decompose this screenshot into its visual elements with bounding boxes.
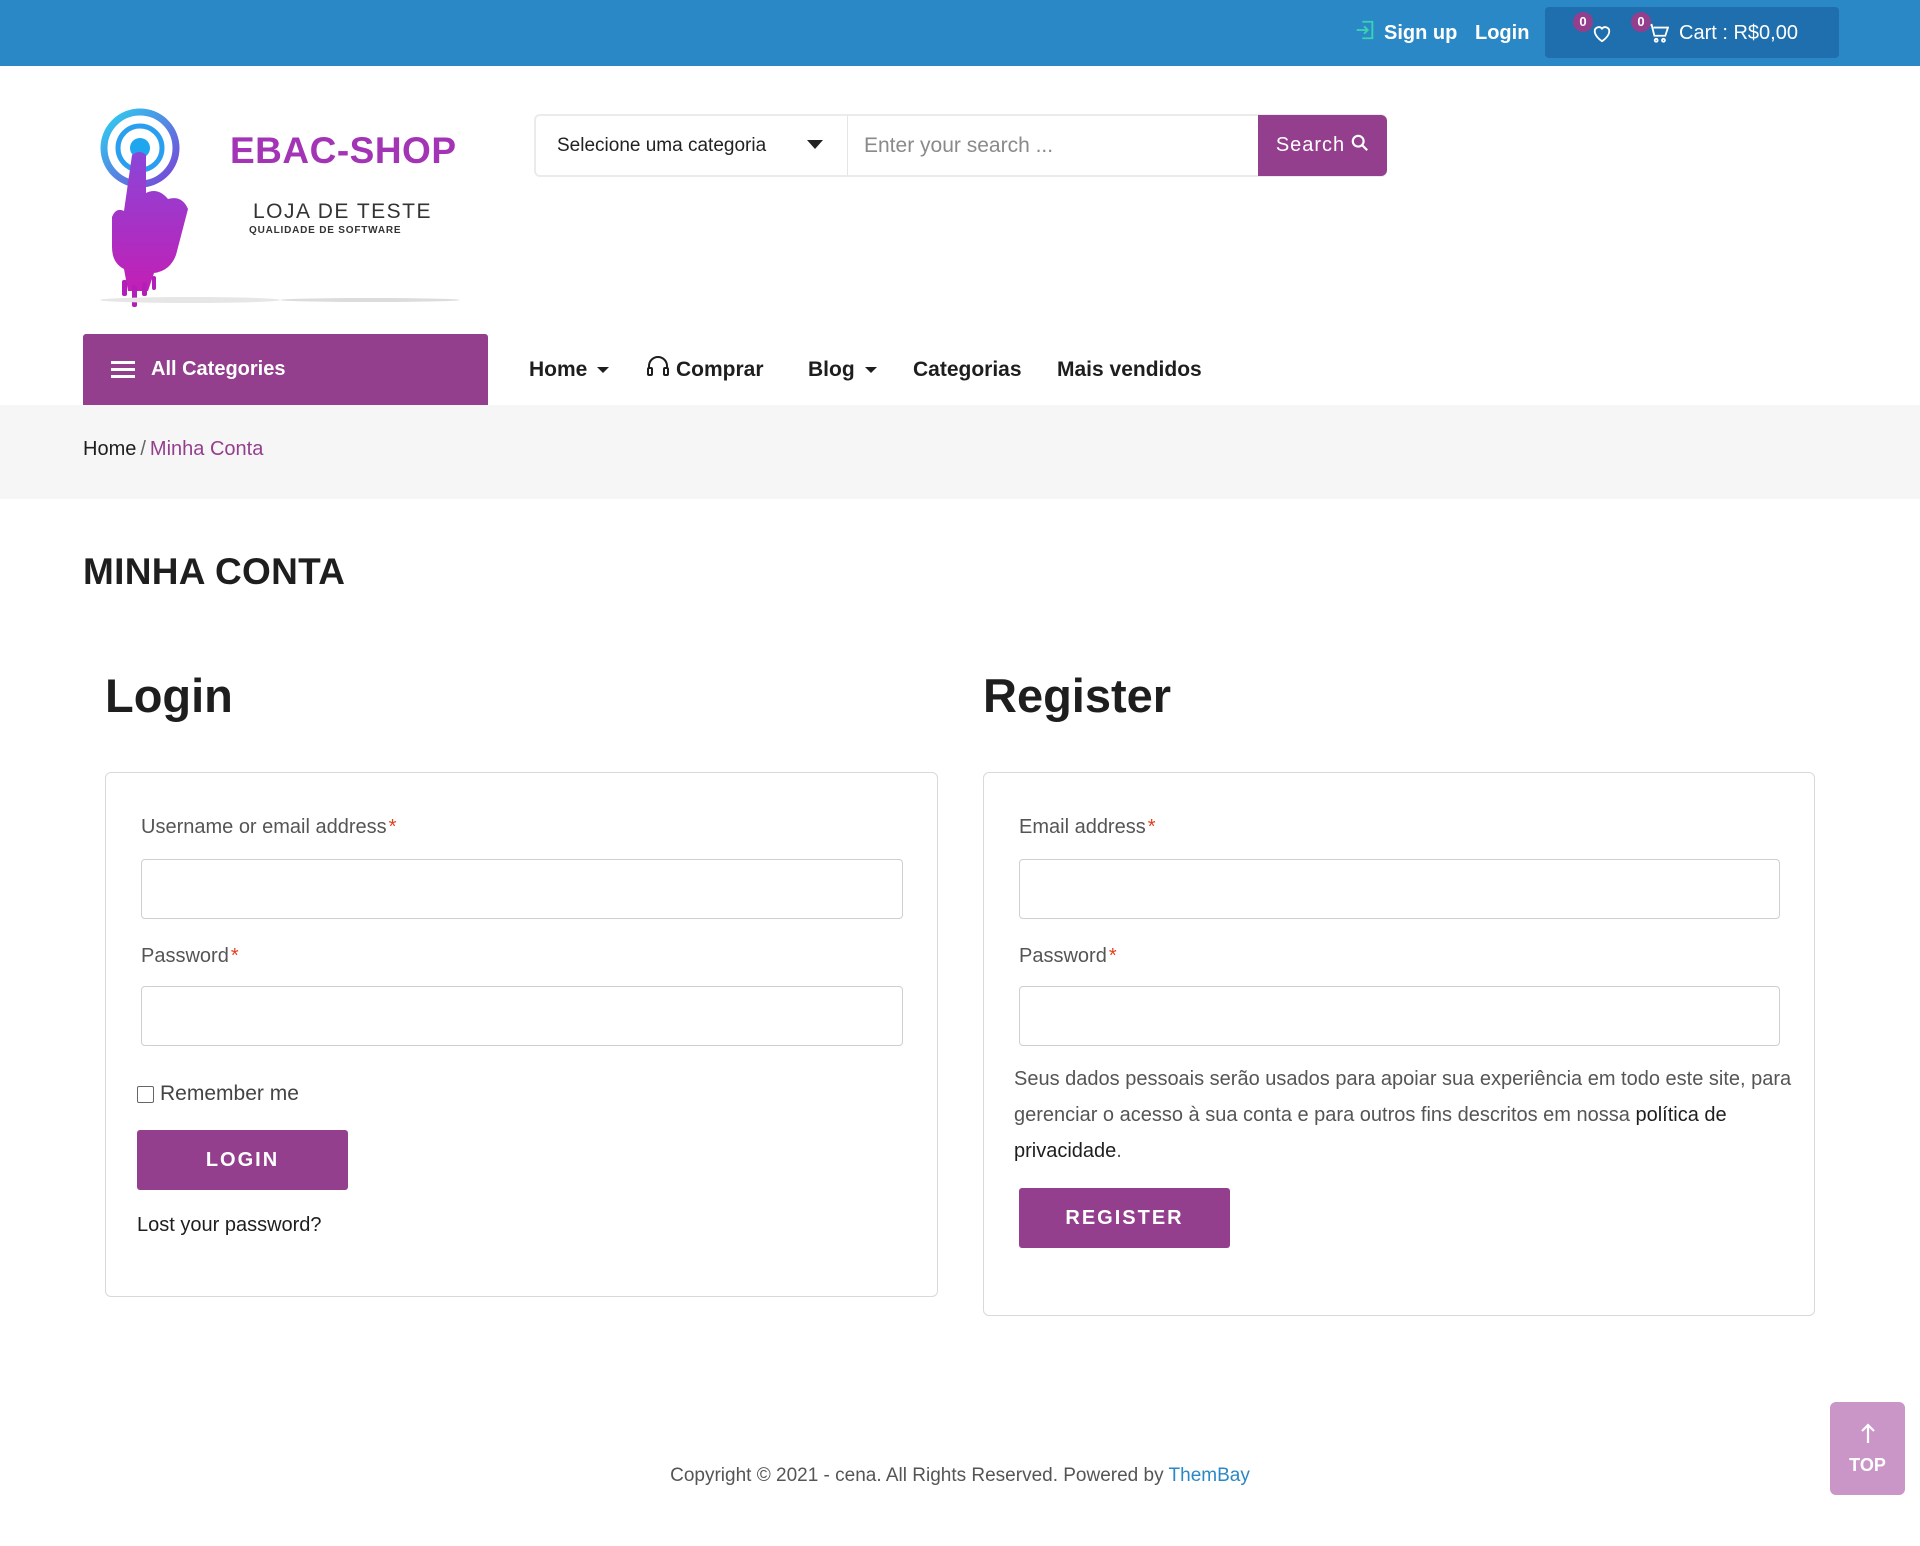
chevron-down-icon — [807, 140, 823, 149]
signup-link[interactable]: Sign up — [1354, 18, 1457, 48]
register-button[interactable]: REGISTER — [1019, 1188, 1230, 1248]
heart-icon[interactable] — [1591, 23, 1613, 48]
search-button[interactable]: Search — [1258, 115, 1387, 176]
privacy-notice: Seus dados pessoais serão usados para ap… — [1014, 1061, 1814, 1169]
footer-copyright: Copyright © 2021 - cena. All Rights Rese… — [0, 1465, 1920, 1487]
copyright-text: Copyright © 2021 - cena. All Rights Rese… — [670, 1465, 1169, 1486]
caret-down-icon — [864, 367, 877, 373]
search-button-label: Search — [1275, 134, 1346, 156]
signup-label: Sign up — [1384, 21, 1458, 44]
search-input[interactable] — [852, 116, 1272, 175]
logo-title: EBAC-SHOP — [230, 130, 457, 171]
breadcrumb-home-link[interactable]: Home — [83, 438, 136, 460]
hamburger-menu-icon — [111, 357, 135, 382]
lost-password-link[interactable]: Lost your password? — [137, 1214, 322, 1237]
password-field[interactable] — [141, 986, 903, 1046]
nav-item-mais-vendidos[interactable]: Mais vendidos — [1057, 355, 1202, 385]
cart-count-badge: 0 — [1631, 12, 1651, 32]
back-to-top-button[interactable]: TOP — [1830, 1402, 1905, 1495]
email-label-text: Email address — [1019, 816, 1146, 838]
thembay-link[interactable]: ThemBay — [1169, 1465, 1250, 1486]
category-select-value: Selecione uma categoria — [557, 134, 767, 156]
required-mark: * — [1108, 945, 1117, 967]
logo-tagline: QUALIDADE DE SOFTWARE — [249, 225, 402, 236]
breadcrumb-current: Minha Conta — [149, 438, 264, 460]
arrow-up-icon — [1860, 1422, 1876, 1449]
register-form: Email address * Password * Seus dados pess… — [983, 772, 1815, 1316]
nav-home-label: Home — [529, 358, 588, 381]
remember-me-label: Remember me — [160, 1082, 299, 1105]
back-to-top-label: TOP — [1849, 1454, 1886, 1475]
wishlist-count-badge: 0 — [1573, 12, 1593, 32]
nav-mais-vendidos-label: Mais vendidos — [1057, 358, 1202, 381]
breadcrumb-separator: / — [140, 438, 146, 460]
register-password-label-text: Password — [1019, 945, 1107, 967]
search-bar: Selecione uma categoria Search — [534, 114, 1387, 177]
username-label: Username or email address * — [141, 816, 396, 839]
breadcrumb: Home / Minha Conta — [0, 405, 1920, 499]
username-label-text: Username or email address — [141, 816, 387, 838]
nav-blog-label: Blog — [808, 358, 855, 381]
remember-me-checkbox[interactable] — [137, 1085, 154, 1103]
signin-arrow-icon — [1354, 19, 1376, 47]
privacy-end: . — [1116, 1140, 1122, 1162]
nav-item-blog[interactable]: Blog — [808, 355, 877, 385]
nav-item-home[interactable]: Home — [529, 355, 610, 385]
category-select[interactable]: Selecione uma categoria — [536, 116, 848, 175]
remember-me[interactable]: Remember me — [137, 1082, 299, 1106]
username-field[interactable] — [141, 859, 903, 919]
email-label: Email address * — [1019, 816, 1156, 839]
caret-down-icon — [597, 367, 610, 373]
cart-icon[interactable] — [1647, 23, 1670, 48]
top-login-link[interactable]: Login — [1475, 18, 1529, 48]
logo-subtitle: LOJA DE TESTE — [253, 200, 432, 223]
required-mark: * — [388, 816, 397, 838]
page-title: MINHA CONTA — [83, 551, 346, 592]
all-categories-label: All Categories — [151, 358, 286, 380]
all-categories-button[interactable]: All Categories — [83, 334, 488, 405]
site-logo[interactable]: EBAC-SHOP LOJA DE TESTE QUALIDADE DE SOF… — [100, 100, 460, 310]
register-heading: Register — [983, 669, 1172, 722]
login-button[interactable]: LOGIN — [137, 1130, 348, 1190]
search-icon — [1351, 134, 1369, 158]
login-form: Username or email address * Password * Rem… — [105, 772, 938, 1297]
top-bar: Sign up Login 0 0 Cart : R$0,00 — [0, 0, 1920, 66]
nav-categorias-label: Categorias — [913, 358, 1022, 381]
password-label-text: Password — [141, 945, 229, 967]
nav-item-comprar[interactable]: Comprar — [646, 355, 764, 385]
email-field[interactable] — [1019, 859, 1780, 919]
cart-box: 0 0 Cart : R$0,00 — [1545, 7, 1839, 58]
password-label: Password * — [141, 945, 239, 968]
required-mark: * — [230, 945, 239, 967]
nav-comprar-label: Comprar — [676, 358, 764, 381]
register-password-field[interactable] — [1019, 986, 1780, 1046]
login-heading: Login — [105, 669, 233, 722]
register-password-label: Password * — [1019, 945, 1117, 968]
headset-icon — [646, 355, 670, 386]
cart-total-link[interactable]: Cart : R$0,00 — [1679, 19, 1798, 47]
nav-item-categorias[interactable]: Categorias — [913, 355, 1022, 385]
required-mark: * — [1147, 816, 1156, 838]
